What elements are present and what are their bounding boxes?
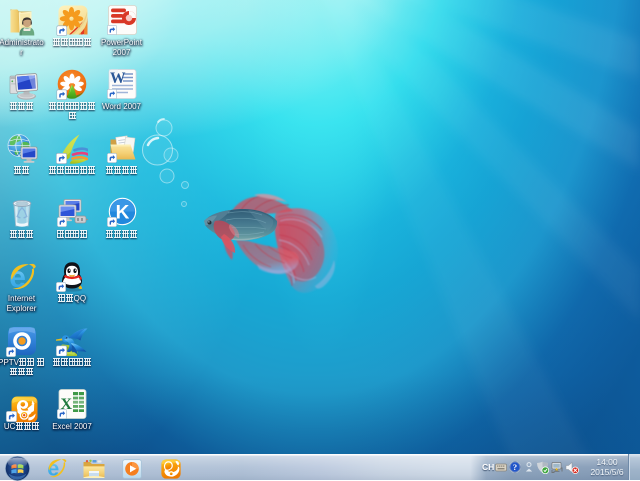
svg-text:?: ? — [513, 462, 517, 472]
svg-text:K: K — [115, 203, 129, 224]
svg-text:W: W — [110, 70, 126, 87]
svg-text:*: * — [555, 468, 558, 474]
